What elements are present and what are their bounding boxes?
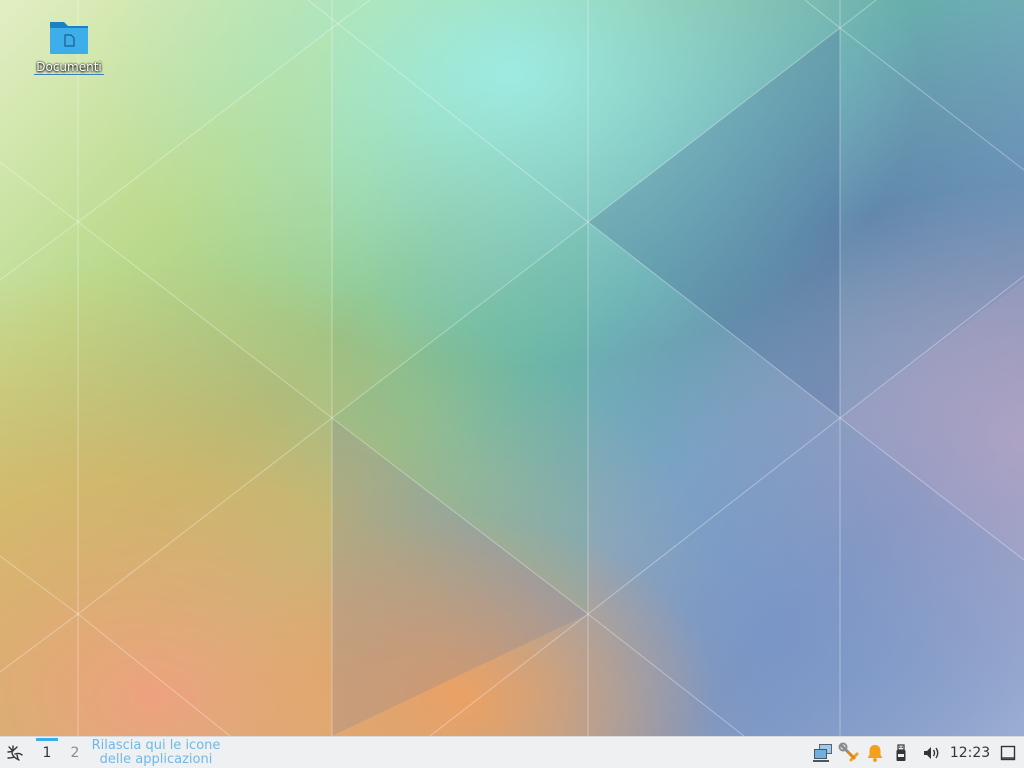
show-desktop-icon [1000, 745, 1016, 760]
notification-bell-icon [867, 744, 883, 762]
folder-icon [50, 22, 88, 54]
pager-desktop-1[interactable]: 1 [34, 737, 60, 768]
tools-icon [838, 742, 859, 761]
taskbar-hint-line2: delle applicazioni [99, 751, 213, 767]
kde-launcher-icon [7, 744, 23, 761]
tray-volume-button[interactable] [918, 737, 944, 768]
wallpaper [0, 0, 1024, 736]
desktop-icon-documenti[interactable]: Documenti [30, 16, 108, 75]
taskbar-panel: 1 2 Rilascia qui le icone delle applicaz… [0, 736, 1024, 768]
pager-desktop-2[interactable]: 2 [62, 737, 88, 768]
tray-devices-button[interactable] [888, 737, 914, 768]
desktop[interactable]: Documenti [0, 0, 1024, 736]
taskbar-hint-line1: Rilascia qui le icone [91, 737, 221, 753]
show-desktop-button[interactable] [996, 737, 1020, 768]
tray-network-button[interactable] [810, 737, 836, 768]
volume-icon [924, 746, 939, 759]
application-launcher-button[interactable] [2, 737, 28, 768]
usb-device-icon [896, 743, 906, 761]
taskbar-drop-hint: Rilascia qui le icone delle applicazioni [88, 737, 224, 768]
tray-notifications-button[interactable] [862, 737, 888, 768]
tray-tools-button[interactable] [836, 737, 862, 768]
digital-clock[interactable]: 12:23 [946, 737, 994, 768]
network-icon [813, 743, 832, 762]
desktop-icon-label: Documenti [34, 60, 104, 75]
